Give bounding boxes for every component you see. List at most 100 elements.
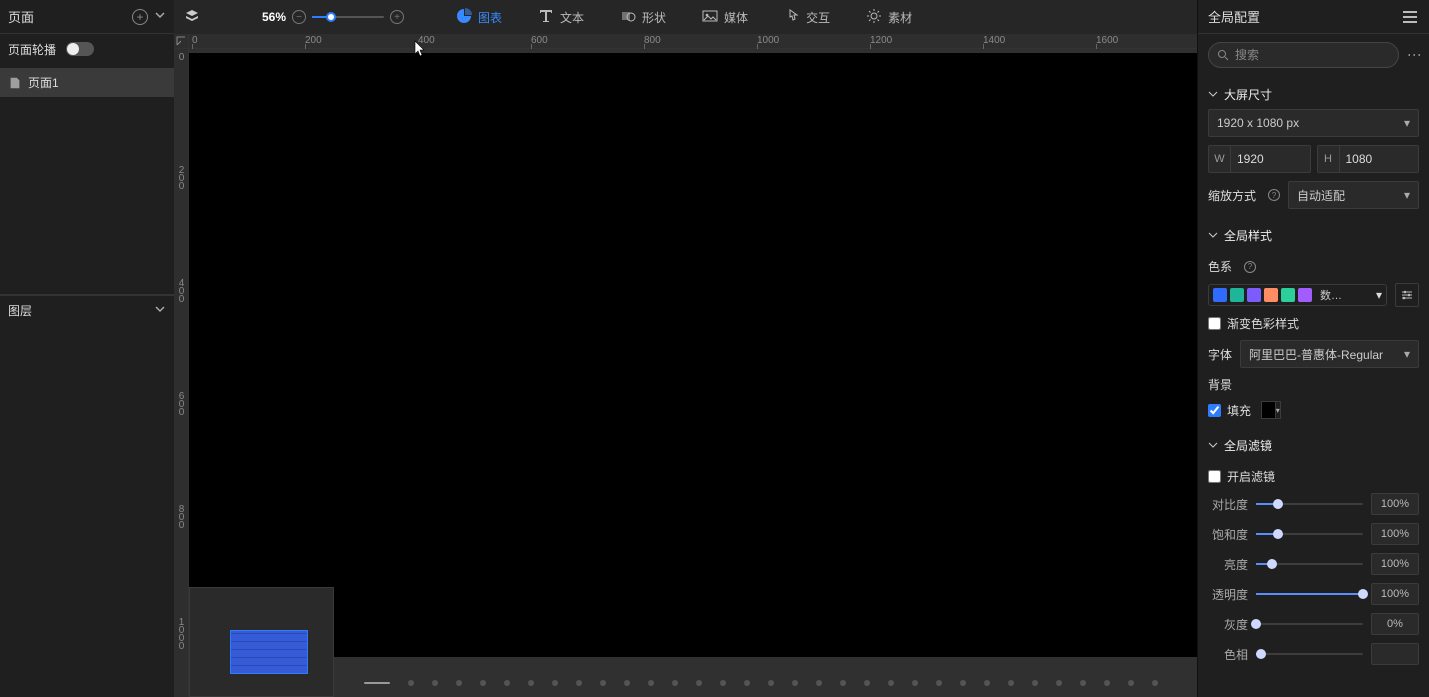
filter-slider[interactable] (1256, 497, 1363, 511)
enable-filter-checkbox[interactable] (1208, 470, 1221, 483)
filter-slider[interactable] (1256, 617, 1363, 631)
paginator-dot[interactable] (1056, 680, 1062, 686)
zoom-out-button[interactable]: − (292, 10, 306, 24)
filter-value[interactable]: 100% (1371, 523, 1419, 545)
font-select[interactable]: 阿里巴巴-普惠体-Regular ▾ (1240, 340, 1419, 368)
fill-color-chip[interactable]: ▾ (1261, 401, 1281, 419)
paginator-dot[interactable] (648, 680, 654, 686)
paginator-dot[interactable] (816, 680, 822, 686)
canvas-viewport[interactable] (189, 49, 1197, 697)
paginator-dot[interactable] (864, 680, 870, 686)
palette-select[interactable]: 数… ▾ (1208, 284, 1387, 306)
toolbar-assets-button[interactable]: 素材 (866, 8, 912, 27)
paginator-dot[interactable] (480, 680, 486, 686)
toolbar-cat-label: 媒体 (724, 9, 748, 26)
paginator-dot[interactable] (696, 680, 702, 686)
toolbar-text-button[interactable]: 文本 (538, 8, 584, 27)
minimap-viewport[interactable] (230, 630, 308, 674)
assets-icon (866, 8, 882, 27)
paginator-dot[interactable] (840, 680, 846, 686)
paginator-dot[interactable] (792, 680, 798, 686)
height-input[interactable] (1340, 152, 1419, 166)
filter-slider[interactable] (1256, 527, 1363, 541)
filter-value[interactable]: 0% (1371, 613, 1419, 635)
more-options-icon[interactable]: ⋮ (1407, 48, 1423, 63)
paginator-dot[interactable] (984, 680, 990, 686)
chevron-down-icon[interactable] (1208, 88, 1218, 102)
paginator-dot[interactable] (672, 680, 678, 686)
add-page-button[interactable]: + (132, 9, 148, 25)
width-input[interactable] (1231, 152, 1310, 166)
canvas-artboard[interactable] (189, 53, 1197, 657)
paginator-dot[interactable] (1128, 680, 1134, 686)
paginator-dot[interactable] (1032, 680, 1038, 686)
paginator-dot[interactable] (912, 680, 918, 686)
paginator-dot[interactable] (600, 680, 606, 686)
gradient-style-checkbox[interactable] (1208, 317, 1221, 330)
paginator-dot[interactable] (552, 680, 558, 686)
palette-label: 色系 (1208, 258, 1232, 275)
paginator-dot[interactable] (504, 680, 510, 686)
zoom-percent-label: 56% (252, 10, 286, 24)
paginator-dot[interactable] (744, 680, 750, 686)
toolbar-shape-button[interactable]: 形状 (620, 8, 666, 27)
paginator-dot[interactable] (408, 680, 414, 686)
palette-settings-button[interactable] (1395, 283, 1419, 307)
paginator-dot[interactable] (1008, 680, 1014, 686)
chevron-down-icon[interactable] (1208, 229, 1218, 243)
vertical-ruler: 02004006008001000 (174, 49, 189, 697)
font-label: 字体 (1208, 346, 1232, 363)
page-list-item[interactable]: 页面1 (0, 68, 174, 97)
filter-value[interactable]: 100% (1371, 583, 1419, 605)
info-icon[interactable]: ? (1268, 189, 1280, 201)
filter-value[interactable]: 100% (1371, 493, 1419, 515)
page-paginator[interactable] (364, 675, 1187, 691)
paginator-dot[interactable] (1152, 680, 1158, 686)
zoom-slider[interactable] (312, 9, 384, 25)
pages-collapse-icon[interactable] (154, 9, 166, 24)
paginator-dot[interactable] (936, 680, 942, 686)
size-preset-select[interactable]: 1920 x 1080 px ▾ (1208, 109, 1419, 137)
layers-stack-icon[interactable] (184, 8, 200, 27)
fill-checkbox[interactable] (1208, 404, 1221, 417)
minimap[interactable] (189, 587, 334, 697)
pages-panel-title: 页面 (8, 7, 34, 26)
paginator-dot[interactable] (888, 680, 894, 686)
toolbar-cat-label: 形状 (642, 9, 666, 26)
paginator-dot[interactable] (768, 680, 774, 686)
filter-value[interactable]: 100% (1371, 553, 1419, 575)
section-filter-title: 全局滤镜 (1224, 437, 1272, 454)
paginator-current[interactable] (364, 682, 390, 684)
paginator-dot[interactable] (960, 680, 966, 686)
panel-menu-icon[interactable] (1401, 9, 1419, 25)
zoom-in-button[interactable]: + (390, 10, 404, 24)
layers-collapse-icon[interactable] (154, 303, 166, 318)
page-carousel-toggle[interactable] (66, 42, 94, 56)
scale-mode-select[interactable]: 自动适配 ▾ (1288, 181, 1419, 209)
background-label: 背景 (1208, 376, 1232, 393)
paginator-dot[interactable] (576, 680, 582, 686)
chevron-down-icon[interactable] (1208, 439, 1218, 453)
page-icon (8, 76, 22, 90)
scale-mode-value: 自动适配 (1297, 187, 1345, 204)
paginator-dot[interactable] (624, 680, 630, 686)
filter-value[interactable] (1371, 643, 1419, 665)
toolbar-chart-button[interactable]: 图表 (456, 8, 502, 27)
filter-slider[interactable] (1256, 557, 1363, 571)
paginator-dot[interactable] (456, 680, 462, 686)
info-icon[interactable]: ? (1244, 261, 1256, 273)
palette-swatch (1213, 288, 1227, 302)
filter-slider[interactable] (1256, 587, 1363, 601)
toolbar-media-button[interactable]: 媒体 (702, 8, 748, 27)
paginator-dot[interactable] (528, 680, 534, 686)
toolbar-interact-button[interactable]: 交互 (784, 8, 830, 27)
paginator-dot[interactable] (1080, 680, 1086, 686)
paginator-dot[interactable] (720, 680, 726, 686)
paginator-dot[interactable] (1104, 680, 1110, 686)
filter-slider-label: 透明度 (1208, 586, 1248, 603)
toolbar-cat-label: 图表 (478, 9, 502, 26)
search-icon (1217, 49, 1229, 61)
search-input[interactable] (1235, 48, 1390, 62)
paginator-dot[interactable] (432, 680, 438, 686)
filter-slider[interactable] (1256, 647, 1363, 661)
